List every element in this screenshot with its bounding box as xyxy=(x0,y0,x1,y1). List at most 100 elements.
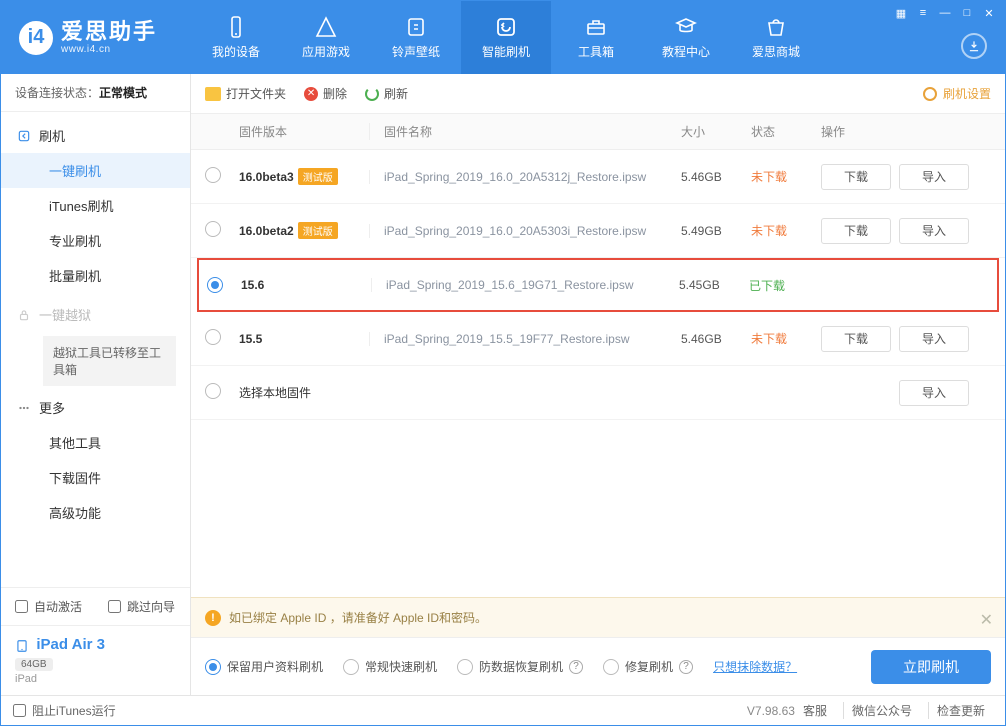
toolbox-icon xyxy=(584,15,608,39)
notice-close-button[interactable]: ✕ xyxy=(980,610,993,630)
refresh-button[interactable]: 刷新 xyxy=(365,85,408,102)
device-name: iPad Air 3 xyxy=(36,636,105,653)
tab-store[interactable]: 爱思商城 xyxy=(731,1,821,74)
fw-status: 未下载 xyxy=(751,222,821,239)
app-url: www.i4.cn xyxy=(61,44,157,55)
fw-filename: iPad_Spring_2019_15.6_19G71_Restore.ipsw xyxy=(371,278,679,292)
block-itunes-checkbox[interactable] xyxy=(13,704,26,717)
help-icon[interactable]: ? xyxy=(569,660,583,674)
help-icon[interactable]: ? xyxy=(679,660,693,674)
ipad-icon xyxy=(15,638,29,654)
fw-size: 5.46GB xyxy=(681,332,751,346)
fw-size: 5.46GB xyxy=(681,170,751,184)
refresh-icon xyxy=(365,87,379,101)
fw-version: 16.0beta3测试版 xyxy=(239,168,369,185)
sidebar-item-oneclick[interactable]: 一键刷机 xyxy=(1,153,190,188)
tab-flash[interactable]: 智能刷机 xyxy=(461,1,551,74)
flash-settings-button[interactable]: 刷机设置 xyxy=(923,85,991,102)
apps-icon xyxy=(314,15,338,39)
tab-toolbox[interactable]: 工具箱 xyxy=(551,1,641,74)
opt-repair[interactable]: 修复刷机? xyxy=(603,658,693,675)
jailbreak-note: 越狱工具已转移至工具箱 xyxy=(43,336,176,386)
flash-now-button[interactable]: 立即刷机 xyxy=(871,650,991,684)
firmware-row[interactable]: 15.6iPad_Spring_2019_15.6_19G71_Restore.… xyxy=(197,258,999,312)
firmware-row[interactable]: 16.0beta3测试版iPad_Spring_2019_16.0_20A531… xyxy=(191,150,1005,204)
fw-size: 5.49GB xyxy=(681,224,751,238)
row-radio[interactable] xyxy=(205,221,221,237)
sidebar-group-jailbreak: 一键越狱 xyxy=(1,297,190,332)
row-radio[interactable] xyxy=(207,277,223,293)
skip-wizard-checkbox[interactable] xyxy=(108,600,121,613)
auto-activate-checkbox[interactable] xyxy=(15,600,28,613)
footer-update[interactable]: 检查更新 xyxy=(928,702,993,719)
firmware-row[interactable]: 15.5iPad_Spring_2019_15.5_19F77_Restore.… xyxy=(191,312,1005,366)
download-icon xyxy=(967,39,981,53)
fw-filename: iPad_Spring_2019_16.0_20A5303i_Restore.i… xyxy=(369,224,681,238)
open-folder-button[interactable]: 打开文件夹 xyxy=(205,85,286,102)
local-firmware-row[interactable]: 选择本地固件导入 xyxy=(191,366,1005,420)
device-icon xyxy=(224,15,248,39)
nav-tabs: 我的设备 应用游戏 铃声壁纸 智能刷机 工具箱 教程中心 爱思商城 xyxy=(191,1,821,74)
download-button[interactable]: 下载 xyxy=(821,164,891,190)
firmware-row[interactable]: 16.0beta2测试版iPad_Spring_2019_16.0_20A530… xyxy=(191,204,1005,258)
opt-normal[interactable]: 常规快速刷机 xyxy=(343,658,437,675)
erase-only-link[interactable]: 只想抹除数据？ xyxy=(713,658,797,675)
col-status: 状态 xyxy=(751,123,821,140)
list-icon[interactable]: ≡ xyxy=(913,5,933,21)
sidebar-item-downloadfw[interactable]: 下载固件 xyxy=(1,460,190,495)
download-manager-button[interactable] xyxy=(961,33,987,59)
fw-filename: iPad_Spring_2019_15.5_19F77_Restore.ipsw xyxy=(369,332,681,346)
connected-device[interactable]: iPad Air 3 64GB iPad xyxy=(1,626,190,695)
sidebar-item-othertools[interactable]: 其他工具 xyxy=(1,425,190,460)
row-radio[interactable] xyxy=(205,329,221,345)
sidebar-group-more[interactable]: 更多 xyxy=(1,390,190,425)
sidebar-item-batch[interactable]: 批量刷机 xyxy=(1,258,190,293)
tab-ringtones[interactable]: 铃声壁纸 xyxy=(371,1,461,74)
footer-wechat[interactable]: 微信公众号 xyxy=(843,702,920,719)
folder-icon xyxy=(205,87,221,101)
footer: 阻止iTunes运行 V7.98.63 客服 微信公众号 检查更新 xyxy=(1,695,1005,725)
download-button[interactable]: 下载 xyxy=(821,218,891,244)
tutorial-icon xyxy=(674,15,698,39)
close-button[interactable]: ✕ xyxy=(979,5,999,21)
delete-button[interactable]: ✕ 删除 xyxy=(304,85,347,102)
device-capacity: 64GB xyxy=(15,658,53,671)
menu-icon[interactable]: ▦ xyxy=(891,5,911,21)
gear-icon xyxy=(923,87,937,101)
firmware-table: 16.0beta3测试版iPad_Spring_2019_16.0_20A531… xyxy=(191,150,1005,597)
appleid-notice: ! 如已绑定 Apple ID ，请准备好 Apple ID和密码。 ✕ xyxy=(191,597,1005,637)
tab-my-device[interactable]: 我的设备 xyxy=(191,1,281,74)
main-panel: 打开文件夹 ✕ 删除 刷新 刷机设置 固件版本 固件名称 大小 状态 xyxy=(191,74,1005,695)
sidebar-item-pro[interactable]: 专业刷机 xyxy=(1,223,190,258)
window-controls: ▦ ≡ — □ ✕ xyxy=(891,5,999,21)
import-button[interactable]: 导入 xyxy=(899,380,969,406)
tab-apps[interactable]: 应用游戏 xyxy=(281,1,371,74)
toolbar: 打开文件夹 ✕ 删除 刷新 刷机设置 xyxy=(191,74,1005,114)
beta-badge: 测试版 xyxy=(298,222,338,239)
fw-size: 5.45GB xyxy=(679,278,749,292)
beta-badge: 测试版 xyxy=(298,168,338,185)
row-radio[interactable] xyxy=(205,383,221,399)
logo-area: i4 爱思助手 www.i4.cn xyxy=(1,1,191,74)
import-button[interactable]: 导入 xyxy=(899,164,969,190)
opt-antirecovery[interactable]: 防数据恢复刷机? xyxy=(457,658,583,675)
import-button[interactable]: 导入 xyxy=(899,326,969,352)
fw-filename: iPad_Spring_2019_16.0_20A5312j_Restore.i… xyxy=(369,170,681,184)
app-name: 爱思助手 xyxy=(61,20,157,44)
col-size: 大小 xyxy=(681,123,751,140)
maximize-button[interactable]: □ xyxy=(957,5,977,21)
row-radio[interactable] xyxy=(205,167,221,183)
col-action: 操作 xyxy=(821,123,991,140)
sidebar-item-advanced[interactable]: 高级功能 xyxy=(1,495,190,530)
sidebar-item-itunes[interactable]: iTunes刷机 xyxy=(1,188,190,223)
minimize-button[interactable]: — xyxy=(935,5,955,21)
sidebar-group-flash[interactable]: 刷机 xyxy=(1,118,190,153)
import-button[interactable]: 导入 xyxy=(899,218,969,244)
tab-tutorials[interactable]: 教程中心 xyxy=(641,1,731,74)
opt-keep-data[interactable]: 保留用户资料刷机 xyxy=(205,658,323,675)
device-status: 设备连接状态：正常模式 xyxy=(1,74,190,112)
app-header: i4 爱思助手 www.i4.cn 我的设备 应用游戏 铃声壁纸 智能刷机 工具… xyxy=(1,1,1005,74)
footer-support[interactable]: 客服 xyxy=(795,702,835,719)
flash-options: 保留用户资料刷机 常规快速刷机 防数据恢复刷机? 修复刷机? 只想抹除数据？ 立… xyxy=(191,637,1005,695)
download-button[interactable]: 下载 xyxy=(821,326,891,352)
